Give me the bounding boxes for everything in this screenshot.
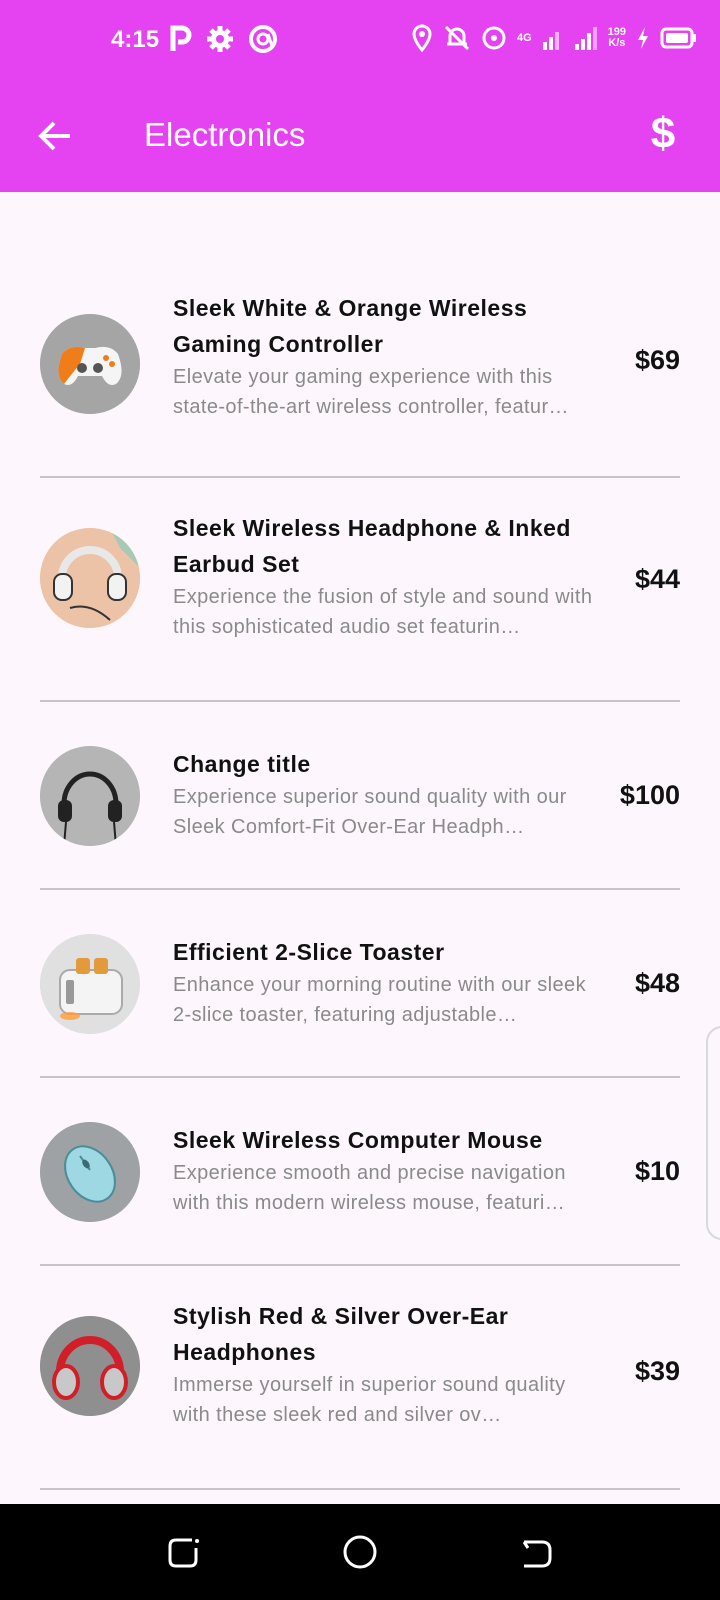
product-price: $44: [634, 564, 680, 594]
product-description: Immerse yourself in superior sound quali…: [173, 1374, 566, 1426]
back-nav-icon: [522, 1540, 552, 1568]
product-name: Sleek White & Orange Wireless Gaming Con…: [173, 295, 528, 357]
product-text: Change title Experience superior sound q…: [173, 746, 603, 842]
status-bar: 4:15 4G 199 K/s: [0, 0, 720, 80]
product-thumbnail: [40, 934, 140, 1034]
game-controller-icon: [40, 314, 140, 414]
toaster-icon: [40, 934, 140, 1034]
back-nav-button[interactable]: [516, 1532, 556, 1572]
product-text: Sleek Wireless Headphone & Inked Earbud …: [173, 510, 603, 642]
product-name: Stylish Red & Silver Over-Ear Headphones: [173, 1303, 509, 1365]
product-list-item[interactable]: Change title Experience superior sound q…: [40, 710, 680, 890]
home-button[interactable]: [340, 1532, 380, 1572]
page-title: Electronics: [144, 116, 306, 153]
bell-off-icon: [444, 25, 470, 51]
location-icon: [412, 24, 432, 52]
product-description: Enhance your morning routine with our sl…: [173, 974, 586, 1026]
product-thumbnail: [40, 746, 140, 846]
net-speed: 199 K/s: [607, 26, 626, 49]
status-right-icons: 4G 199 K/s: [411, 24, 696, 52]
network-type: 4G: [516, 31, 532, 44]
product-name: Sleek Wireless Headphone & Inked Earbud …: [173, 515, 571, 577]
product-list-item[interactable]: Sleek Wireless Computer Mouse Experience…: [40, 1086, 680, 1266]
product-description: Elevate your gaming experience with this…: [173, 366, 569, 418]
product-text: Efficient 2-Slice Toaster Enhance your m…: [173, 934, 603, 1030]
product-price: $100: [619, 780, 680, 810]
at-sign-icon: [249, 25, 277, 53]
signal-icon: [542, 32, 559, 50]
recent-apps-button[interactable]: [164, 1532, 204, 1572]
product-price: $48: [634, 968, 680, 998]
status-time: 4:15: [111, 26, 160, 53]
parking-icon: [170, 25, 192, 51]
product-price: $39: [634, 1356, 680, 1386]
headphones-icon: [40, 528, 140, 628]
app-bar: Electronics $: [0, 80, 720, 192]
product-name: Sleek Wireless Computer Mouse: [173, 1127, 543, 1153]
back-button[interactable]: [36, 116, 76, 156]
headphones-icon: [40, 746, 140, 846]
battery-icon: [660, 27, 696, 49]
edge-panel-handle[interactable]: [706, 1026, 720, 1240]
arrow-left-icon: [38, 121, 70, 151]
product-thumbnail: [40, 1316, 140, 1416]
product-price: $10: [634, 1156, 680, 1186]
product-description: Experience smooth and precise navigation…: [173, 1162, 566, 1214]
product-list-item[interactable]: Stylish Red & Silver Over-Ear Headphones…: [40, 1274, 680, 1490]
product-thumbnail: [40, 528, 140, 628]
bolt-icon: [638, 27, 648, 49]
product-text: Sleek Wireless Computer Mouse Experience…: [173, 1122, 603, 1218]
signal-icon: [574, 27, 597, 50]
product-text: Stylish Red & Silver Over-Ear Headphones…: [173, 1298, 603, 1430]
mouse-icon: [40, 1122, 140, 1222]
product-name: Change title: [173, 751, 311, 777]
product-description: Experience the fusion of style and sound…: [173, 586, 593, 638]
product-description: Experience superior sound quality with o…: [173, 786, 567, 838]
product-list-item[interactable]: Efficient 2-Slice Toaster Enhance your m…: [40, 898, 680, 1078]
product-thumbnail: [40, 314, 140, 414]
recent-apps-icon: [168, 1538, 199, 1568]
product-price: $69: [634, 345, 680, 375]
home-icon: [343, 1535, 377, 1569]
hotspot-icon: [482, 26, 506, 50]
product-text: Sleek White & Orange Wireless Gaming Con…: [173, 290, 603, 422]
product-thumbnail: [40, 1122, 140, 1222]
gear-icon: [207, 26, 233, 52]
product-list-item[interactable]: Sleek Wireless Headphone & Inked Earbud …: [40, 486, 680, 702]
headphones-icon: [40, 1316, 140, 1416]
product-list-item[interactable]: Sleek White & Orange Wireless Gaming Con…: [40, 262, 680, 478]
currency-button[interactable]: $: [646, 108, 680, 160]
system-nav-bar: [0, 1504, 720, 1600]
product-name: Efficient 2-Slice Toaster: [173, 939, 445, 965]
status-left-icons: [170, 24, 278, 54]
